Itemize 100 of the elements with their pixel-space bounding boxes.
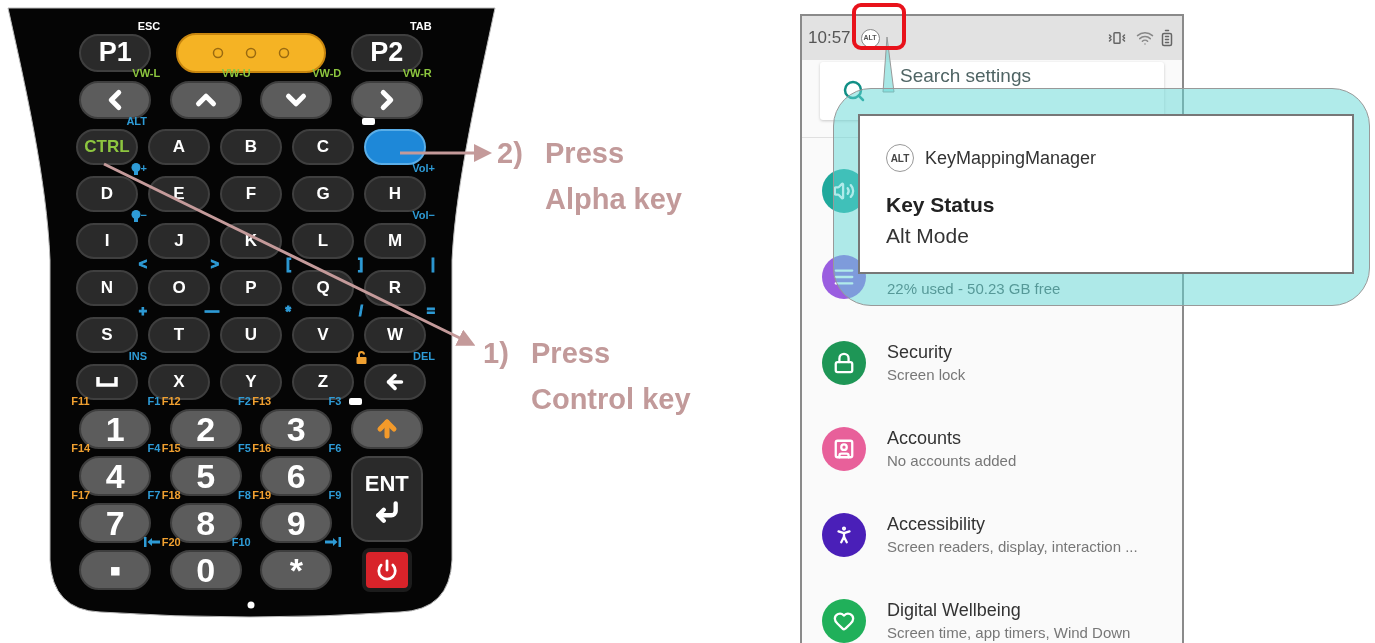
key-label: J	[174, 232, 184, 249]
step-instruction: Press Control key	[531, 336, 691, 417]
setting-subtitle: Screen time, app timers, Wind Down	[887, 623, 1131, 643]
key-label: Z	[317, 373, 329, 390]
key-label: U	[244, 326, 258, 343]
key-label: 2	[196, 411, 216, 446]
key-label: D	[100, 185, 114, 202]
key-legend: <	[138, 256, 147, 271]
key-legend: F11	[71, 395, 90, 407]
key-label: H	[388, 185, 402, 202]
key-legend: =	[426, 303, 435, 318]
key-legend: F10	[231, 536, 251, 548]
key-legend: F2	[237, 395, 251, 407]
key-legend: F8	[237, 489, 251, 501]
key-legend: INS	[128, 350, 147, 362]
key-legend: F18	[161, 489, 181, 501]
key-legend: *	[285, 303, 291, 318]
setting-title: Accessibility	[887, 513, 987, 536]
key-legend: /	[359, 303, 363, 318]
key-label: I	[104, 232, 110, 249]
setting-subtitle: No accounts added	[887, 451, 1017, 471]
key-legend: |	[431, 256, 435, 271]
app-name: KeyMappingManager	[925, 146, 1097, 170]
key-label: 1	[105, 411, 125, 446]
key-legend: VW-U	[221, 67, 251, 79]
key-legend: +	[140, 163, 147, 174]
key-legend: VW-R	[402, 67, 432, 79]
key-legend: −	[140, 210, 147, 221]
key-label: P	[245, 279, 257, 296]
key-legend: >	[210, 256, 219, 271]
key-label: Q	[316, 279, 330, 296]
key-legend: ALT	[126, 115, 147, 127]
key-label: P2	[370, 39, 404, 66]
key-legend: F20	[161, 536, 181, 548]
key-legend: +	[138, 303, 147, 318]
status-time: 10:57	[808, 27, 851, 50]
setting-subtitle: Screen lock	[887, 365, 966, 385]
key-label: V	[317, 326, 329, 343]
key-legend: F13	[252, 395, 272, 407]
key-label: M	[387, 232, 403, 249]
key-legend: TAB	[409, 20, 432, 32]
key-label: 5	[196, 458, 216, 493]
key-label: W	[386, 326, 403, 343]
key-legend: F14	[71, 442, 91, 454]
step-instruction: Press Alpha key	[545, 136, 682, 217]
key-legend: F3	[328, 395, 342, 407]
notification-title: Key Status	[886, 192, 996, 218]
key-legend: F5	[237, 442, 251, 454]
key-label: S	[101, 326, 113, 343]
key-legend: F12	[161, 395, 181, 407]
key-label: P1	[98, 39, 132, 66]
setting-title: Digital Wellbeing	[887, 599, 1022, 622]
key-label: 4	[105, 458, 125, 493]
key-label: 8	[196, 505, 216, 540]
key-legend: F15	[161, 442, 181, 454]
key-legend: Vol−	[412, 209, 435, 221]
key-legend: F1	[147, 395, 161, 407]
key-legend: —	[205, 303, 219, 318]
key-legend: F9	[328, 489, 342, 501]
key-label: 3	[286, 411, 306, 446]
key-label: N	[100, 279, 114, 296]
key-legend: Vol+	[412, 162, 435, 174]
key-legend: [	[286, 256, 291, 271]
key-label: F	[245, 185, 257, 202]
step-number: 2)	[497, 136, 524, 171]
key-legend: VW-D	[312, 67, 342, 79]
key-label: Y	[245, 373, 257, 390]
key-legend: VW-L	[132, 67, 161, 79]
key-legend: F17	[71, 489, 91, 501]
step-number: 1)	[483, 336, 510, 371]
key-label: X	[173, 373, 185, 390]
key-legend: DEL	[413, 350, 435, 362]
key-label: G	[316, 185, 330, 202]
key-label: ENT	[364, 473, 409, 495]
key-label: B	[244, 138, 258, 155]
key-label: *	[289, 552, 303, 587]
key-label: 9	[286, 505, 306, 540]
key-label: 0	[196, 552, 216, 587]
search-placeholder: Search settings	[900, 66, 1031, 86]
key-label: L	[317, 232, 329, 249]
key-label: CTRL	[84, 138, 130, 155]
key-legend: F7	[147, 489, 161, 501]
key-label: 6	[286, 458, 306, 493]
setting-subtitle: Screen readers, display, interaction ...	[887, 537, 1138, 557]
key-label: R	[388, 279, 402, 296]
key-legend: F4	[147, 442, 161, 454]
key-legend: ]	[358, 256, 363, 271]
key-label: C	[316, 138, 330, 155]
key-label: T	[173, 326, 185, 343]
setting-subtitle: 22% used - 50.23 GB free	[887, 279, 1061, 299]
setting-title: Accounts	[887, 427, 963, 450]
setting-title: Security	[887, 341, 954, 364]
key-label: A	[172, 138, 186, 155]
key-label: ▪	[109, 552, 122, 587]
key-legend: F19	[252, 489, 272, 501]
key-legend: F6	[328, 442, 342, 454]
key-label: O	[172, 279, 186, 296]
key-legend: F16	[252, 442, 272, 454]
notification-text: Alt Mode	[886, 223, 970, 249]
key-label: E	[173, 185, 185, 202]
